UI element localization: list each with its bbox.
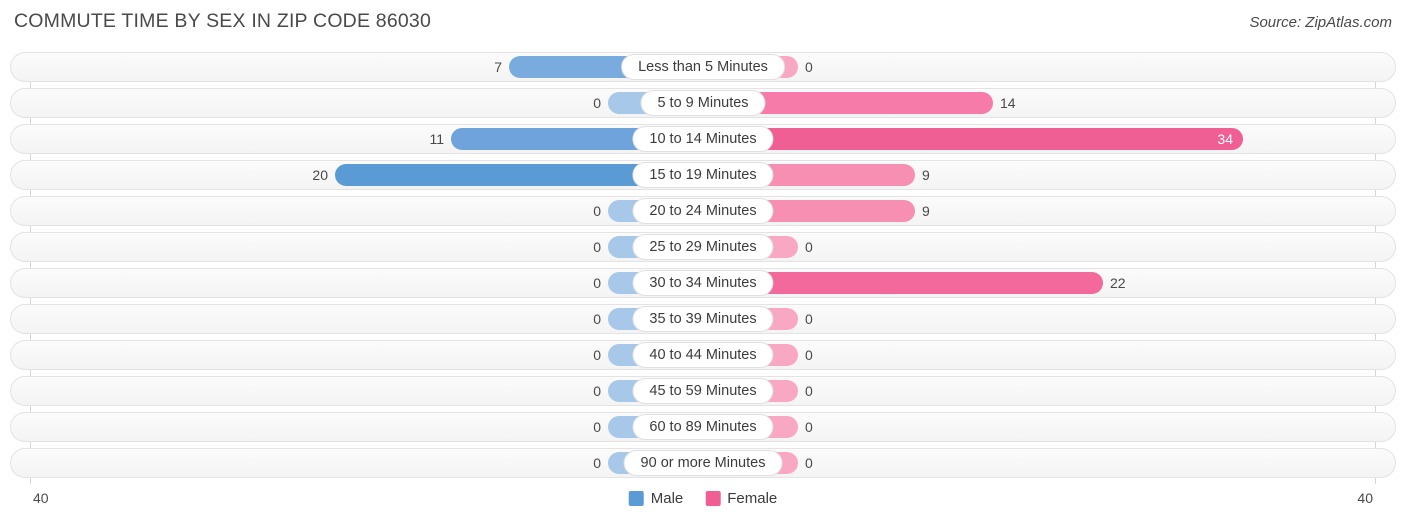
row-male-side: 0 — [11, 269, 703, 297]
row-male-side: 0 — [11, 305, 703, 333]
row-female-side: 0 — [703, 341, 1395, 369]
female-value-label: 0 — [805, 59, 813, 75]
female-value-label: 0 — [805, 419, 813, 435]
row-female-side: 9 — [703, 197, 1395, 225]
category-label: 30 to 34 Minutes — [632, 270, 774, 296]
row-female-side: 0 — [703, 305, 1395, 333]
female-value-label: 34 — [1217, 131, 1233, 147]
female-value-label: 14 — [1000, 95, 1016, 111]
row-male-side: 0 — [11, 377, 703, 405]
chart-footer: 40 40 Male Female — [0, 486, 1406, 523]
row-male-side: 0 — [11, 233, 703, 261]
table-row[interactable]: 0 0 45 to 59 Minutes — [10, 376, 1396, 406]
table-row[interactable]: 20 9 15 to 19 Minutes — [10, 160, 1396, 190]
chart-container: COMMUTE TIME BY SEX IN ZIP CODE 86030 So… — [0, 0, 1406, 523]
category-label: 90 or more Minutes — [623, 450, 783, 476]
table-row[interactable]: 0 0 60 to 89 Minutes — [10, 412, 1396, 442]
female-value-label: 9 — [922, 167, 930, 183]
female-value-label: 9 — [922, 203, 930, 219]
male-value-label: 7 — [494, 59, 502, 75]
table-row[interactable]: 0 0 35 to 39 Minutes — [10, 304, 1396, 334]
category-label: 40 to 44 Minutes — [632, 342, 774, 368]
legend-item-male[interactable]: Male — [628, 490, 684, 507]
row-female-side: 0 — [703, 233, 1395, 261]
female-bar[interactable]: 34 — [703, 128, 1243, 150]
table-row[interactable]: 0 0 90 or more Minutes — [10, 448, 1396, 478]
legend-swatch-male — [628, 491, 644, 506]
row-female-side: 14 — [703, 89, 1395, 117]
chart-plot-area: 7 0 Less than 5 Minutes 0 14 5 to 9 Minutes 11… — [10, 52, 1396, 484]
male-value-label: 0 — [593, 455, 601, 471]
table-row[interactable]: 0 14 5 to 9 Minutes — [10, 88, 1396, 118]
row-male-side: 0 — [11, 341, 703, 369]
row-female-side: 0 — [703, 53, 1395, 81]
table-row[interactable]: 0 0 40 to 44 Minutes — [10, 340, 1396, 370]
category-label: 45 to 59 Minutes — [632, 378, 774, 404]
male-value-label: 0 — [593, 203, 601, 219]
male-value-label: 11 — [429, 131, 444, 147]
category-label: Less than 5 Minutes — [621, 54, 785, 80]
source-attribution: Source: ZipAtlas.com — [1249, 14, 1392, 31]
female-value-label: 0 — [805, 455, 813, 471]
category-label: 5 to 9 Minutes — [640, 90, 766, 116]
row-male-side: 0 — [11, 197, 703, 225]
row-female-side: 0 — [703, 449, 1395, 477]
male-value-label: 20 — [312, 167, 328, 183]
female-value-label: 0 — [805, 347, 813, 363]
row-female-side: 9 — [703, 161, 1395, 189]
male-value-label: 0 — [593, 239, 601, 255]
category-label: 25 to 29 Minutes — [632, 234, 774, 260]
category-label: 35 to 39 Minutes — [632, 306, 774, 332]
category-label: 15 to 19 Minutes — [632, 162, 774, 188]
female-value-label: 0 — [805, 239, 813, 255]
table-row[interactable]: 11 34 10 to 14 Minutes — [10, 124, 1396, 154]
row-female-side: 34 — [703, 125, 1395, 153]
row-male-side: 7 — [11, 53, 703, 81]
legend-item-female[interactable]: Female — [705, 490, 777, 507]
axis-max-left: 40 — [33, 490, 49, 506]
row-male-side: 11 — [11, 125, 703, 153]
category-label: 20 to 24 Minutes — [632, 198, 774, 224]
chart-legend: Male Female — [628, 490, 777, 507]
female-value-label: 0 — [805, 311, 813, 327]
table-row[interactable]: 0 0 25 to 29 Minutes — [10, 232, 1396, 262]
male-value-label: 0 — [593, 95, 601, 111]
male-value-label: 0 — [593, 311, 601, 327]
male-value-label: 0 — [593, 347, 601, 363]
table-row[interactable]: 0 9 20 to 24 Minutes — [10, 196, 1396, 226]
female-value-label: 0 — [805, 383, 813, 399]
page-title: COMMUTE TIME BY SEX IN ZIP CODE 86030 — [14, 10, 432, 32]
row-female-side: 0 — [703, 377, 1395, 405]
row-male-side: 0 — [11, 413, 703, 441]
category-label: 60 to 89 Minutes — [632, 414, 774, 440]
male-value-label: 0 — [593, 275, 601, 291]
category-label: 10 to 14 Minutes — [632, 126, 774, 152]
legend-label-male: Male — [650, 490, 684, 507]
row-male-side: 0 — [11, 449, 703, 477]
male-value-label: 0 — [593, 419, 601, 435]
legend-label-female: Female — [727, 490, 778, 507]
female-value-label: 22 — [1110, 275, 1126, 291]
axis-max-right: 40 — [1357, 490, 1373, 506]
row-female-side: 22 — [703, 269, 1395, 297]
legend-swatch-female — [705, 491, 721, 506]
row-female-side: 0 — [703, 413, 1395, 441]
male-value-label: 0 — [593, 383, 601, 399]
table-row[interactable]: 7 0 Less than 5 Minutes — [10, 52, 1396, 82]
row-male-side: 20 — [11, 161, 703, 189]
table-row[interactable]: 0 22 30 to 34 Minutes — [10, 268, 1396, 298]
row-male-side: 0 — [11, 89, 703, 117]
